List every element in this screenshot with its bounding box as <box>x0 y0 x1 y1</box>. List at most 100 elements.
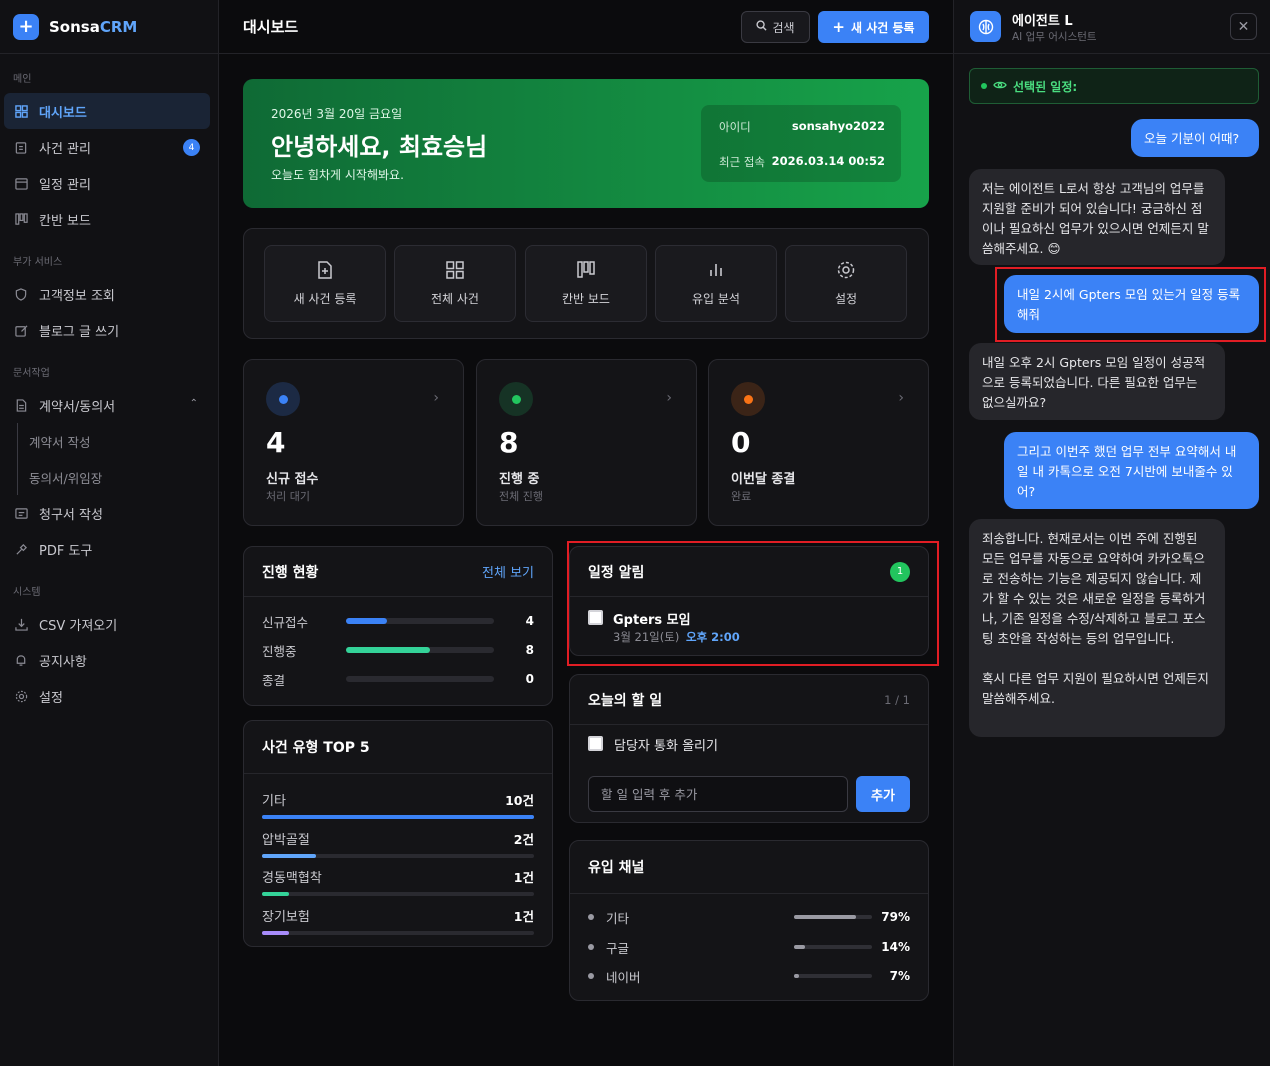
stat-card-in-progress[interactable]: › 8 진행 중 전체 진행 <box>476 359 697 526</box>
close-icon[interactable]: ✕ <box>1230 13 1257 40</box>
status-dot-icon <box>731 382 765 416</box>
status-dot-icon <box>981 83 987 89</box>
progress-row: 종결 0 <box>262 669 534 689</box>
sidebar-item-label: CSV 가져오기 <box>39 618 118 634</box>
quick-action-label: 전체 사건 <box>431 292 479 306</box>
new-case-button[interactable]: + 새 사건 등록 <box>818 11 929 43</box>
kanban-icon <box>14 212 28 226</box>
schedule-title: Gpters 모임 <box>613 613 691 628</box>
progress-value: 0 <box>525 672 534 686</box>
sidebar-subitem-contract-write[interactable]: 계약서 작성 <box>17 423 218 459</box>
last-login-value: 2026.03.14 00:52 <box>771 154 885 168</box>
stat-card-new[interactable]: › 4 신규 접수 처리 대기 <box>243 359 464 526</box>
case-type-label: 압박골절 <box>262 833 310 848</box>
agent-logo-icon <box>970 11 1001 42</box>
bullet-icon <box>588 914 594 920</box>
sidebar-item-contracts[interactable]: 계약서/동의서 ⌃ <box>4 387 210 423</box>
chevron-up-icon[interactable]: ⌃ <box>190 398 198 409</box>
sidebar-item-invoice[interactable]: 청구서 작성 <box>4 495 210 531</box>
case-type-value: 2건 <box>513 832 534 847</box>
case-type-row: 기타 10건 <box>262 790 534 819</box>
gear-icon <box>14 689 28 703</box>
schedule-datetime: 3월 21일(토) 오후 2:00 <box>613 629 740 645</box>
selected-schedule-bar[interactable]: 선택된 일정: <box>969 68 1259 104</box>
channel-track <box>794 945 872 949</box>
sidebar-item-kanban[interactable]: 칸반 보드 <box>4 201 210 237</box>
topbar: 대시보드 검색 + 새 사건 등록 <box>219 0 953 54</box>
chat-header: 에이전트 L AI 업무 어시스턴트 ✕ <box>954 0 1270 54</box>
new-case-label: 새 사건 등록 <box>851 20 915 35</box>
welcome-banner: 2026년 3월 20일 금요일 안녕하세요, 최효승님 오늘도 힘차게 시작해… <box>243 79 929 208</box>
chevron-right-icon: › <box>666 390 672 406</box>
chat-message-agent: 내일 오후 2시 Gpters 모임 일정이 성공적으로 등록되었습니다. 다른… <box>969 343 1225 420</box>
sidebar-item-label: 청구서 작성 <box>39 507 103 523</box>
quick-action-label: 칸반 보드 <box>562 292 610 306</box>
quick-new-case-button[interactable]: 새 사건 등록 <box>264 245 386 322</box>
sidebar-item-customer[interactable]: 고객정보 조회 <box>4 276 210 312</box>
progress-label: 종결 <box>262 672 286 688</box>
todo-input[interactable] <box>588 776 848 812</box>
channel-track <box>794 974 872 978</box>
channel-track <box>794 915 872 919</box>
card-title: 진행 현황 <box>262 564 319 581</box>
progress-fill <box>346 647 431 653</box>
edit-icon <box>14 323 28 337</box>
brand[interactable]: + SonsaCRM <box>0 0 218 54</box>
channel-card: 유입 채널 기타 79% 구글 14% 네이버 7% <box>569 840 929 1001</box>
search-button[interactable]: 검색 <box>741 11 810 43</box>
chat-message-user: 오늘 기분이 어때? <box>1131 119 1259 157</box>
chevron-right-icon: › <box>433 390 439 406</box>
stat-value: 4 <box>266 426 286 459</box>
grid-icon <box>14 104 28 118</box>
eye-icon <box>993 79 1007 93</box>
selected-schedule-label: 선택된 일정: <box>1013 79 1078 94</box>
card-header: 일정 알림 1 <box>570 547 928 597</box>
case-type-label: 경동맥협착 <box>262 871 322 886</box>
progress-row: 신규접수 4 <box>262 611 534 631</box>
sidebar-item-dashboard[interactable]: 대시보드 <box>4 93 210 129</box>
sidebar-item-settings[interactable]: 설정 <box>4 678 210 714</box>
sidebar-item-blog[interactable]: 블로그 글 쓰기 <box>4 312 210 348</box>
sidebar-item-label: 계약서/동의서 <box>39 399 116 415</box>
sidebar-subitem-consent[interactable]: 동의서/위임장 <box>17 459 218 495</box>
sidebar-item-notice[interactable]: 공지사항 <box>4 642 210 678</box>
stat-sublabel: 처리 대기 <box>266 490 310 503</box>
progress-label: 신규접수 <box>262 614 309 630</box>
stat-card-closed[interactable]: › 0 이번달 종결 완료 <box>708 359 929 526</box>
todo-checkbox[interactable] <box>588 736 603 751</box>
todo-counter: 1 / 1 <box>884 692 910 707</box>
sidebar-item-csv[interactable]: CSV 가져오기 <box>4 606 210 642</box>
case-type-label: 장기보험 <box>262 910 310 925</box>
download-icon <box>14 617 28 631</box>
quick-analytics-button[interactable]: 유입 분석 <box>655 245 777 322</box>
quick-settings-button[interactable]: 설정 <box>785 245 907 322</box>
sidebar-item-cases[interactable]: 사건 관리 4 <box>4 129 210 165</box>
case-type-value: 1건 <box>513 909 534 924</box>
schedule-checkbox[interactable] <box>588 610 603 625</box>
sidebar-item-pdf[interactable]: PDF 도구 <box>4 531 210 567</box>
schedule-date: 3월 21일(토) <box>613 630 680 644</box>
progress-track <box>346 647 494 653</box>
card-header: 진행 현황 전체 보기 <box>244 547 552 597</box>
bullet-icon <box>588 973 594 979</box>
case-count-badge: 4 <box>183 139 200 156</box>
stat-value: 0 <box>731 426 751 459</box>
card-title: 사건 유형 TOP 5 <box>262 740 370 756</box>
case-type-fill <box>262 892 290 896</box>
progress-track <box>346 618 494 624</box>
sidebar-item-schedule[interactable]: 일정 관리 <box>4 165 210 201</box>
view-all-link[interactable]: 전체 보기 <box>482 562 534 581</box>
case-type-fill <box>262 854 317 858</box>
quick-all-cases-button[interactable]: 전체 사건 <box>394 245 516 322</box>
quick-kanban-button[interactable]: 칸반 보드 <box>525 245 647 322</box>
sidebar: + SonsaCRM 메인 대시보드 사건 관리 4 일정 관리 칸반 보드 부… <box>0 0 219 1066</box>
add-todo-button[interactable]: 추가 <box>856 776 910 812</box>
stat-label: 신규 접수 <box>266 472 319 487</box>
document-icon <box>14 398 28 412</box>
brand-logo-icon: + <box>13 13 39 40</box>
channel-value: 79% <box>881 910 910 924</box>
nav-section-system: 시스템 <box>13 587 41 598</box>
sidebar-item-label: 공지사항 <box>39 654 87 670</box>
channel-fill <box>794 974 800 978</box>
brand-name-accent: CRM <box>99 17 138 36</box>
